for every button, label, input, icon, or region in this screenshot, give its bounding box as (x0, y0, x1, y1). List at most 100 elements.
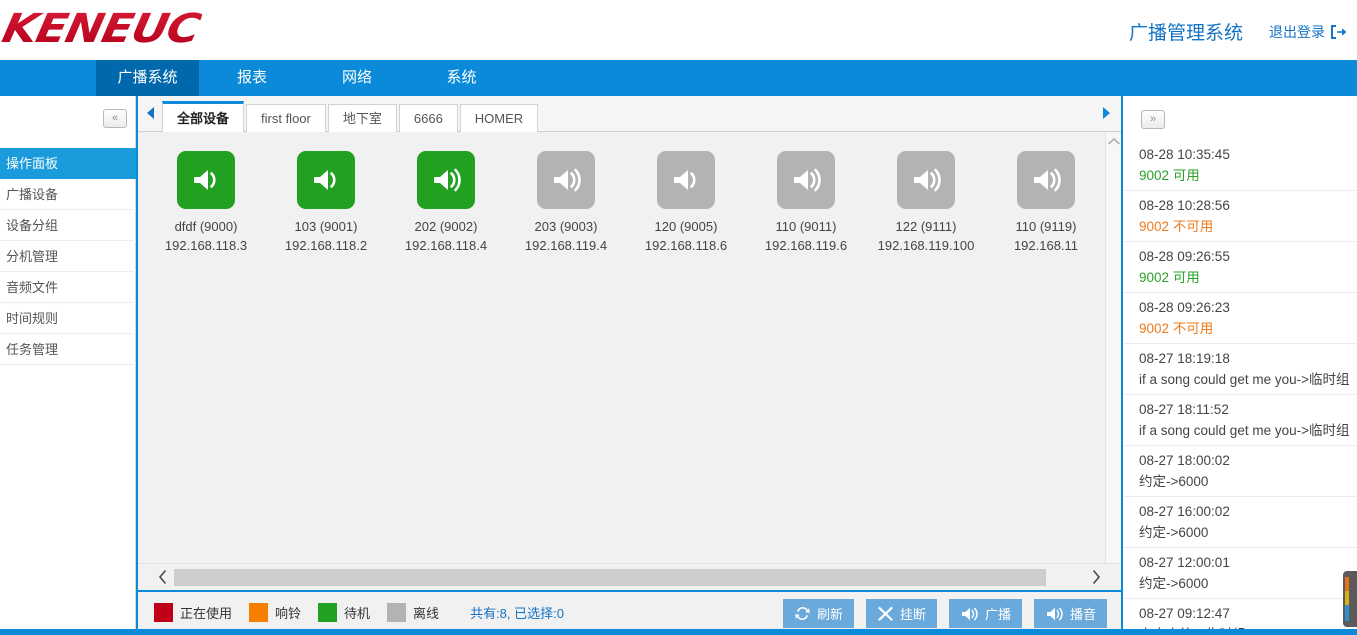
action-button-3[interactable]: 广播 (948, 599, 1022, 628)
sidebar-item-2[interactable]: 广播设备 (0, 179, 136, 210)
main-panel: 全部设备 first floor 地下室 6666 HOMER dfdf (9000) 1… (136, 96, 1121, 635)
log-entry[interactable]: 08-27 18:00:02 约定->6000 (1123, 446, 1357, 497)
legend-label: 响铃 (275, 606, 302, 621)
log-entry[interactable]: 08-27 12:00:01 约定->6000 (1123, 548, 1357, 599)
speaker-icon (417, 151, 475, 209)
log-state: 不可用 (1172, 321, 1214, 336)
device-ip: 192.168.119.100 (877, 238, 975, 253)
device-item[interactable]: dfdf (9000) 192.168.118.3 (146, 151, 266, 255)
refresh-icon (794, 605, 811, 622)
sidebar-item-5[interactable]: 音频文件 (0, 272, 136, 303)
legend-label: 离线 (413, 606, 440, 621)
nav-item-1[interactable]: 广播系统 (96, 60, 199, 96)
device-item[interactable]: 120 (9005) 192.168.118.6 (626, 151, 746, 255)
device-name: 103 (9001) (294, 219, 358, 234)
log-code: 9002 (1139, 321, 1170, 336)
device-tab-1[interactable]: 全部设备 (162, 101, 245, 132)
device-vertical-scrollbar[interactable] (1105, 133, 1121, 601)
action-button-label: 挂断 (899, 607, 926, 622)
sidebar-item-3[interactable]: 设备分组 (0, 210, 136, 241)
tab-scroll-right-icon[interactable] (1099, 105, 1115, 121)
device-name: 110 (9119) (1015, 219, 1077, 234)
sidebar-item-7[interactable]: 任务管理 (0, 334, 136, 365)
log-state: 可用 (1172, 270, 1200, 285)
nav-item-3[interactable]: 网络 (305, 60, 409, 96)
speaker-icon (177, 151, 235, 209)
log-timestamp: 08-27 16:00:02 (1139, 504, 1230, 519)
device-name: 122 (9111) (895, 219, 957, 234)
legend-label: 正在使用 (180, 606, 233, 621)
nav-item-4[interactable]: 系统 (409, 60, 514, 96)
device-name: 120 (9005) (654, 219, 718, 234)
action-button-4[interactable]: 播音 (1033, 599, 1107, 628)
speaker-icon (537, 151, 595, 209)
log-entry[interactable]: 08-28 09:26:23 9002 不可用 (1123, 293, 1357, 344)
log-code: 9002 (1139, 168, 1170, 183)
action-button-1[interactable]: 刷新 (782, 599, 854, 628)
log-code: 9002 (1139, 270, 1170, 285)
header-right-group: 广播管理系统 退出登录 (1129, 18, 1347, 45)
device-ip: 192.168.119.6 (764, 238, 848, 253)
speaker-icon (297, 151, 355, 209)
device-tab-4[interactable]: 6666 (398, 104, 458, 132)
sidebar-item-4[interactable]: 分机管理 (0, 241, 136, 272)
device-ip: 192.168.118.2 (284, 238, 368, 253)
device-tab-3[interactable]: 地下室 (327, 104, 397, 132)
log-message: 9002 可用 (1139, 267, 1357, 288)
device-item[interactable]: 110 (9011) 192.168.119.6 (746, 151, 866, 255)
chevron-right-icon[interactable] (1087, 569, 1105, 587)
log-message: if a song could get me you->临时组 (1139, 423, 1350, 438)
sidebar: « 操作面板 广播设备 设备分组 分机管理 音频文件 时间规则 任务管理 (0, 96, 136, 635)
log-entry[interactable]: 08-27 18:11:52 if a song could get me you… (1123, 395, 1357, 446)
logout-button[interactable]: 退出登录 (1269, 22, 1347, 42)
device-item[interactable]: 122 (9111) 192.168.119.100 (866, 151, 986, 255)
log-entry[interactable]: 08-27 18:19:18 if a song could get me you… (1123, 344, 1357, 395)
log-message: 约定->6000 (1139, 525, 1209, 540)
sidebar-collapse-button[interactable]: « (103, 109, 127, 128)
log-entry[interactable]: 08-28 09:26:55 9002 可用 (1123, 242, 1357, 293)
device-item[interactable]: 202 (9002) 192.168.118.4 (386, 151, 506, 255)
log-panel-expand-button[interactable]: » (1141, 110, 1165, 129)
device-tab-2[interactable]: first floor (246, 104, 326, 132)
device-ip: 192.168.118.3 (164, 238, 248, 253)
device-tab-5[interactable]: HOMER (459, 104, 539, 132)
log-entry[interactable]: 08-28 10:28:56 9002 不可用 (1123, 191, 1357, 242)
device-ip: 192.168.119.4 (524, 238, 608, 253)
horizontal-scroll-thumb[interactable] (174, 569, 1046, 586)
device-ip: 192.168.11 (1013, 238, 1079, 253)
device-name: 203 (9003) (534, 219, 598, 234)
device-horizontal-scrollbar[interactable] (138, 563, 1121, 590)
log-message: 约定->6000 (1139, 474, 1209, 489)
sidebar-item-6[interactable]: 时间规则 (0, 303, 136, 334)
log-entry[interactable]: 08-27 16:00:02 约定->6000 (1123, 497, 1357, 548)
log-timestamp: 08-27 18:19:18 (1139, 351, 1230, 366)
action-button-label: 广播 (984, 607, 1011, 622)
log-timestamp: 08-28 09:26:55 (1139, 249, 1230, 264)
log-code: 9002 (1139, 219, 1170, 234)
log-entry[interactable]: 08-28 10:35:45 9002 可用 (1123, 140, 1357, 191)
log-message: if a song could get me you->临时组 (1139, 372, 1350, 387)
log-timestamp: 08-28 10:28:56 (1139, 198, 1230, 213)
chevron-left-icon[interactable] (154, 569, 172, 587)
log-state: 可用 (1172, 168, 1200, 183)
speaker-icon (1045, 606, 1064, 622)
device-tabs: 全部设备 first floor 地下室 6666 HOMER (162, 101, 540, 132)
device-name: 202 (9002) (414, 219, 478, 234)
device-name: dfdf (9000) (174, 219, 238, 234)
device-item[interactable]: 110 (9119) 192.168.11 (986, 151, 1106, 255)
nav-item-2[interactable]: 报表 (199, 60, 305, 96)
logout-arrow-icon (1329, 24, 1347, 40)
tab-scroll-left-icon[interactable] (144, 105, 160, 121)
main-nav: 广播系统 报表 网络 系统 (0, 60, 1357, 96)
action-button-label: 刷新 (816, 607, 843, 622)
speaker-icon (897, 151, 955, 209)
log-timestamp: 08-27 18:00:02 (1139, 453, 1230, 468)
sidebar-item-1[interactable]: 操作面板 (0, 148, 136, 179)
legend-swatch (154, 603, 173, 622)
device-grid: dfdf (9000) 192.168.118.3 103 (9001) 192.16… (146, 151, 1106, 255)
hangup-x-icon (877, 605, 894, 622)
device-item[interactable]: 103 (9001) 192.168.118.2 (266, 151, 386, 255)
action-button-2[interactable]: 挂断 (865, 599, 937, 628)
device-item[interactable]: 203 (9003) 192.168.119.4 (506, 151, 626, 255)
chevron-up-icon[interactable] (1106, 137, 1122, 153)
